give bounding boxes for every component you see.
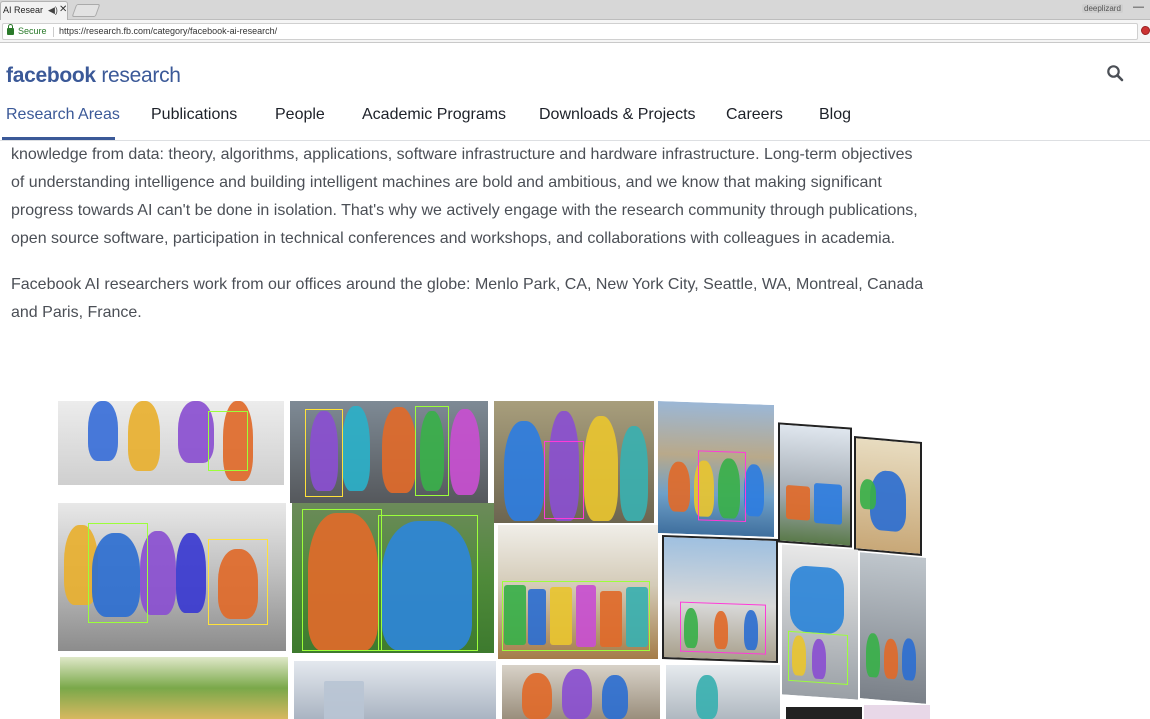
nav-blog[interactable]: Blog bbox=[815, 106, 855, 124]
logo-facebook-text: facebook bbox=[6, 64, 96, 87]
collage-tile bbox=[860, 552, 926, 704]
collage-tile bbox=[292, 503, 494, 653]
close-icon[interactable]: ✕ bbox=[59, 4, 67, 15]
collage-tile bbox=[294, 661, 496, 719]
logo-research-text: research bbox=[101, 64, 181, 87]
article-content: knowledge from data: theory, algorithms,… bbox=[11, 141, 926, 345]
article-paragraph: Facebook AI researchers work from our of… bbox=[11, 276, 924, 321]
speaker-icon[interactable]: ◀) bbox=[48, 5, 58, 16]
collage-tile bbox=[494, 401, 654, 523]
collage-tile bbox=[666, 665, 780, 719]
collage-tile bbox=[58, 401, 284, 485]
collage-tile bbox=[782, 544, 858, 700]
lock-icon bbox=[7, 24, 14, 35]
collage-tile bbox=[290, 401, 488, 503]
collage-tile bbox=[502, 665, 660, 719]
collage-tile bbox=[786, 707, 862, 719]
facebook-research-logo[interactable]: facebook research bbox=[6, 64, 181, 88]
collage-tile bbox=[662, 534, 778, 664]
browser-tab-bar: AI Research ◀) ✕ deeplizard — bbox=[0, 0, 1150, 20]
nav-academic-programs[interactable]: Academic Programs bbox=[358, 106, 510, 124]
collage-tile bbox=[778, 422, 852, 548]
nav-research-areas[interactable]: Research Areas bbox=[2, 106, 124, 124]
minimize-button[interactable]: — bbox=[1133, 1, 1144, 13]
nav-people[interactable]: People bbox=[271, 106, 329, 124]
collage-tile bbox=[854, 436, 922, 556]
profile-badge[interactable]: deeplizard bbox=[1082, 4, 1123, 13]
collage-tile bbox=[498, 525, 658, 659]
new-tab-button[interactable] bbox=[71, 4, 101, 17]
browser-tab[interactable]: AI Research ◀) ✕ bbox=[0, 1, 68, 20]
active-nav-indicator bbox=[2, 137, 115, 140]
secure-label: Secure bbox=[18, 26, 47, 36]
site-header: facebook research Research Areas Publica… bbox=[0, 44, 1150, 141]
url-field[interactable]: Secure https://research.fb.com/category/… bbox=[2, 23, 1138, 40]
collage-tile bbox=[58, 503, 286, 651]
url-text[interactable]: https://research.fb.com/category/faceboo… bbox=[59, 26, 277, 36]
divider bbox=[53, 27, 54, 37]
nav-publications[interactable]: Publications bbox=[147, 106, 241, 124]
collage-tile bbox=[864, 705, 930, 719]
segmentation-collage-image bbox=[56, 399, 932, 719]
nav-downloads-projects[interactable]: Downloads & Projects bbox=[535, 106, 700, 124]
nav-careers[interactable]: Careers bbox=[722, 106, 787, 124]
collage-tile bbox=[658, 400, 774, 538]
article-paragraph: knowledge from data: theory, algorithms,… bbox=[11, 146, 918, 247]
extension-icon[interactable] bbox=[1141, 26, 1150, 35]
browser-tab-title: AI Research bbox=[3, 5, 43, 15]
search-icon[interactable] bbox=[1106, 64, 1124, 82]
collage-tile bbox=[60, 657, 288, 719]
browser-address-bar: Secure https://research.fb.com/category/… bbox=[0, 20, 1150, 43]
